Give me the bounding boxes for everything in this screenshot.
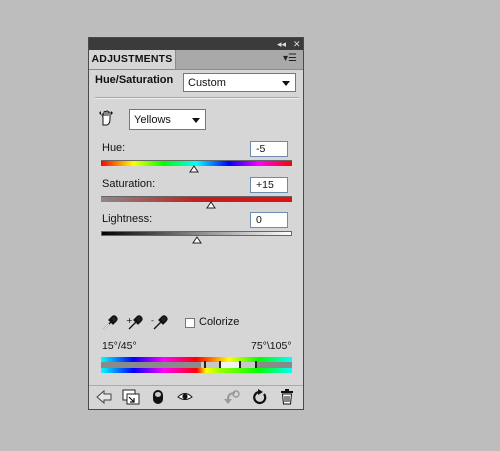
saturation-field[interactable]: +15 <box>250 177 288 193</box>
hue-field[interactable]: -5 <box>250 141 288 157</box>
divider <box>95 97 299 99</box>
svg-text:-: - <box>151 316 154 325</box>
tab-adjustments[interactable]: ADJUSTMENTS <box>89 50 176 69</box>
eyedropper-icon[interactable] <box>101 314 119 332</box>
hand-adjust-icon[interactable] <box>98 109 116 127</box>
channel-value: Yellows <box>134 114 171 126</box>
eyedropper-subtract-icon[interactable]: - <box>151 314 169 332</box>
range-left-readout: 15°/45° <box>102 340 137 352</box>
reset-icon[interactable] <box>252 389 268 405</box>
saturation-slider-track[interactable] <box>101 196 292 202</box>
adjustments-panel: ◂◂ ✕ ADJUSTMENTS ▾☰ Hue/Saturation Custo… <box>88 37 304 410</box>
visibility-eye-icon[interactable] <box>177 389 193 405</box>
panel-menu-icon[interactable]: ▾☰ <box>283 53 297 65</box>
close-icon[interactable]: ✕ <box>293 38 301 50</box>
saturation-label: Saturation: <box>102 178 156 190</box>
panel-title-bar[interactable]: ◂◂ ✕ <box>89 38 303 50</box>
colorize-checkbox[interactable] <box>185 318 195 328</box>
toggle-layer-icon[interactable] <box>151 389 165 405</box>
range-right-readout: 75°\105° <box>251 340 292 352</box>
panel-tab-row: ADJUSTMENTS ▾☰ <box>89 50 303 70</box>
chevron-down-icon <box>192 118 200 123</box>
eyedropper-add-icon[interactable]: + <box>126 314 144 332</box>
delete-icon[interactable] <box>280 389 294 405</box>
collapse-icon[interactable]: ◂◂ <box>277 38 286 50</box>
back-arrow-icon[interactable] <box>95 389 113 405</box>
output-spectrum-bar <box>101 368 292 373</box>
lightness-label: Lightness: <box>102 213 153 225</box>
previous-state-icon[interactable] <box>223 389 241 405</box>
chevron-down-icon <box>282 81 290 86</box>
bottom-toolbar <box>89 385 303 409</box>
preset-value: Custom <box>188 77 226 89</box>
colorize-label: Colorize <box>199 316 240 328</box>
lightness-field[interactable]: 0 <box>250 212 288 228</box>
channel-select[interactable]: Yellows <box>129 109 206 130</box>
adjustment-title: Hue/Saturation <box>95 74 174 86</box>
clip-to-layer-icon[interactable] <box>122 389 140 405</box>
svg-text:+: + <box>126 316 133 325</box>
hue-label: Hue: <box>102 142 126 154</box>
preset-select[interactable]: Custom <box>183 73 296 92</box>
